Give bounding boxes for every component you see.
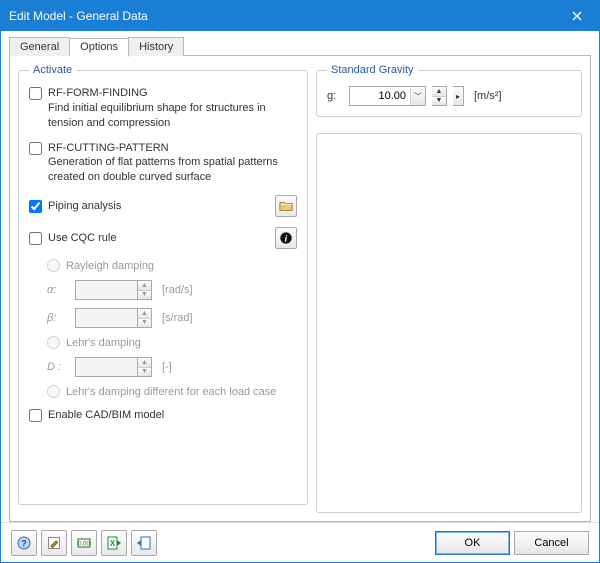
alpha-unit: [rad/s]: [162, 284, 193, 296]
svg-text:?: ?: [21, 538, 27, 548]
lehr-label: Lehr's damping: [66, 337, 141, 349]
lehr-diff-label: Lehr's damping different for each load c…: [66, 386, 276, 398]
beta-input: [75, 308, 137, 328]
alpha-input: [75, 280, 137, 300]
ok-button[interactable]: OK: [435, 531, 510, 555]
footer-tool-units[interactable]: 0.00: [71, 530, 97, 556]
cqc-checkbox[interactable]: [29, 232, 42, 245]
rf-cutting-pattern-checkbox[interactable]: [29, 142, 42, 155]
gravity-combo[interactable]: ﹀: [349, 86, 426, 106]
lehr-diff-radio: [47, 385, 60, 398]
cqc-label: Use CQC rule: [48, 232, 269, 244]
right-column: Standard Gravity g: ﹀ ▲▼ ▸ [m/s²]: [316, 64, 582, 513]
import-icon: [136, 535, 152, 551]
d-input: [75, 357, 137, 377]
gravity-row: g: ﹀ ▲▼ ▸ [m/s²]: [327, 86, 571, 106]
cad-bim-checkbox[interactable]: [29, 409, 42, 422]
footer-tool-export-excel[interactable]: X: [101, 530, 127, 556]
gravity-legend: Standard Gravity: [327, 64, 418, 76]
activate-legend: Activate: [29, 64, 76, 76]
piping-checkbox[interactable]: [29, 200, 42, 213]
left-column: Activate RF-FORM-FINDING Find initial eq…: [18, 64, 308, 513]
units-icon: 0.00: [76, 535, 92, 551]
folder-icon: [279, 199, 293, 213]
rayleigh-label: Rayleigh damping: [66, 260, 154, 272]
beta-spin-buttons: ▲▼: [137, 308, 152, 328]
piping-row: Piping analysis: [29, 195, 297, 217]
d-spin-buttons: ▲▼: [137, 357, 152, 377]
rayleigh-radio-row: Rayleigh damping: [47, 259, 297, 272]
svg-text:i: i: [285, 234, 288, 245]
rf-cutting-pattern-label: RF-CUTTING-PATTERN Generation of flat pa…: [48, 141, 297, 186]
close-button[interactable]: [554, 1, 599, 31]
cad-bim-row: Enable CAD/BIM model: [29, 408, 297, 422]
gravity-dropdown-arrow[interactable]: ﹀: [410, 87, 425, 105]
info-icon: i: [279, 231, 293, 245]
d-row: D : ▲▼ [-]: [47, 357, 297, 377]
tab-strip: General Options History: [9, 37, 591, 56]
svg-text:0.00: 0.00: [78, 541, 90, 547]
rf-form-finding-label: RF-FORM-FINDING Find initial equilibrium…: [48, 86, 297, 131]
piping-settings-button[interactable]: [275, 195, 297, 217]
gravity-group: Standard Gravity g: ﹀ ▲▼ ▸ [m/s²]: [316, 64, 582, 117]
alpha-spin-buttons: ▲▼: [137, 280, 152, 300]
damping-subgroup: Rayleigh damping α: ▲▼ [rad/s] β:: [47, 259, 297, 398]
cad-bim-label: Enable CAD/BIM model: [48, 409, 164, 421]
cqc-info-button[interactable]: i: [275, 227, 297, 249]
alpha-spinner: ▲▼: [75, 280, 152, 300]
tab-options[interactable]: Options: [69, 38, 129, 57]
content-area: General Options History Activate RF-FORM…: [1, 31, 599, 522]
rayleigh-radio: [47, 259, 60, 272]
beta-spinner: ▲▼: [75, 308, 152, 328]
beta-unit: [s/rad]: [162, 312, 193, 324]
footer: ? 0.00 X OK Cancel: [1, 522, 599, 562]
tab-history[interactable]: History: [128, 37, 184, 56]
footer-tool-import[interactable]: [131, 530, 157, 556]
cqc-row: Use CQC rule i: [29, 227, 297, 249]
window-title: Edit Model - General Data: [9, 9, 554, 23]
preview-panel: [316, 133, 582, 513]
export-excel-icon: X: [106, 535, 122, 551]
piping-label: Piping analysis: [48, 200, 269, 212]
help-icon: ?: [16, 535, 32, 551]
alpha-row: α: ▲▼ [rad/s]: [47, 280, 297, 300]
beta-label: β:: [47, 312, 69, 324]
gravity-label: g:: [327, 90, 343, 102]
cancel-button[interactable]: Cancel: [514, 531, 589, 555]
beta-row: β: ▲▼ [s/rad]: [47, 308, 297, 328]
d-spinner: ▲▼: [75, 357, 152, 377]
gravity-side-arrow[interactable]: ▸: [453, 86, 464, 106]
lehr-radio-row: Lehr's damping: [47, 336, 297, 349]
d-label: D :: [47, 361, 69, 373]
rf-cutting-pattern-row: RF-CUTTING-PATTERN Generation of flat pa…: [29, 141, 297, 186]
tab-panel-options: Activate RF-FORM-FINDING Find initial eq…: [9, 55, 591, 522]
gravity-input[interactable]: [350, 87, 410, 105]
d-unit: [-]: [162, 361, 172, 373]
footer-tool-help[interactable]: ?: [11, 530, 37, 556]
gravity-spin-buttons[interactable]: ▲▼: [432, 86, 447, 106]
close-icon: [572, 11, 582, 21]
gravity-unit: [m/s²]: [474, 90, 502, 102]
tab-general[interactable]: General: [9, 37, 70, 56]
lehr-radio: [47, 336, 60, 349]
alpha-label: α:: [47, 284, 69, 296]
dialog-window: Edit Model - General Data General Option…: [0, 0, 600, 563]
rf-form-finding-row: RF-FORM-FINDING Find initial equilibrium…: [29, 86, 297, 131]
svg-text:X: X: [110, 539, 116, 548]
lehr-diff-radio-row: Lehr's damping different for each load c…: [47, 385, 297, 398]
activate-group: Activate RF-FORM-FINDING Find initial eq…: [18, 64, 308, 505]
footer-tool-edit[interactable]: [41, 530, 67, 556]
edit-icon: [46, 535, 62, 551]
titlebar: Edit Model - General Data: [1, 1, 599, 31]
rf-form-finding-checkbox[interactable]: [29, 87, 42, 100]
